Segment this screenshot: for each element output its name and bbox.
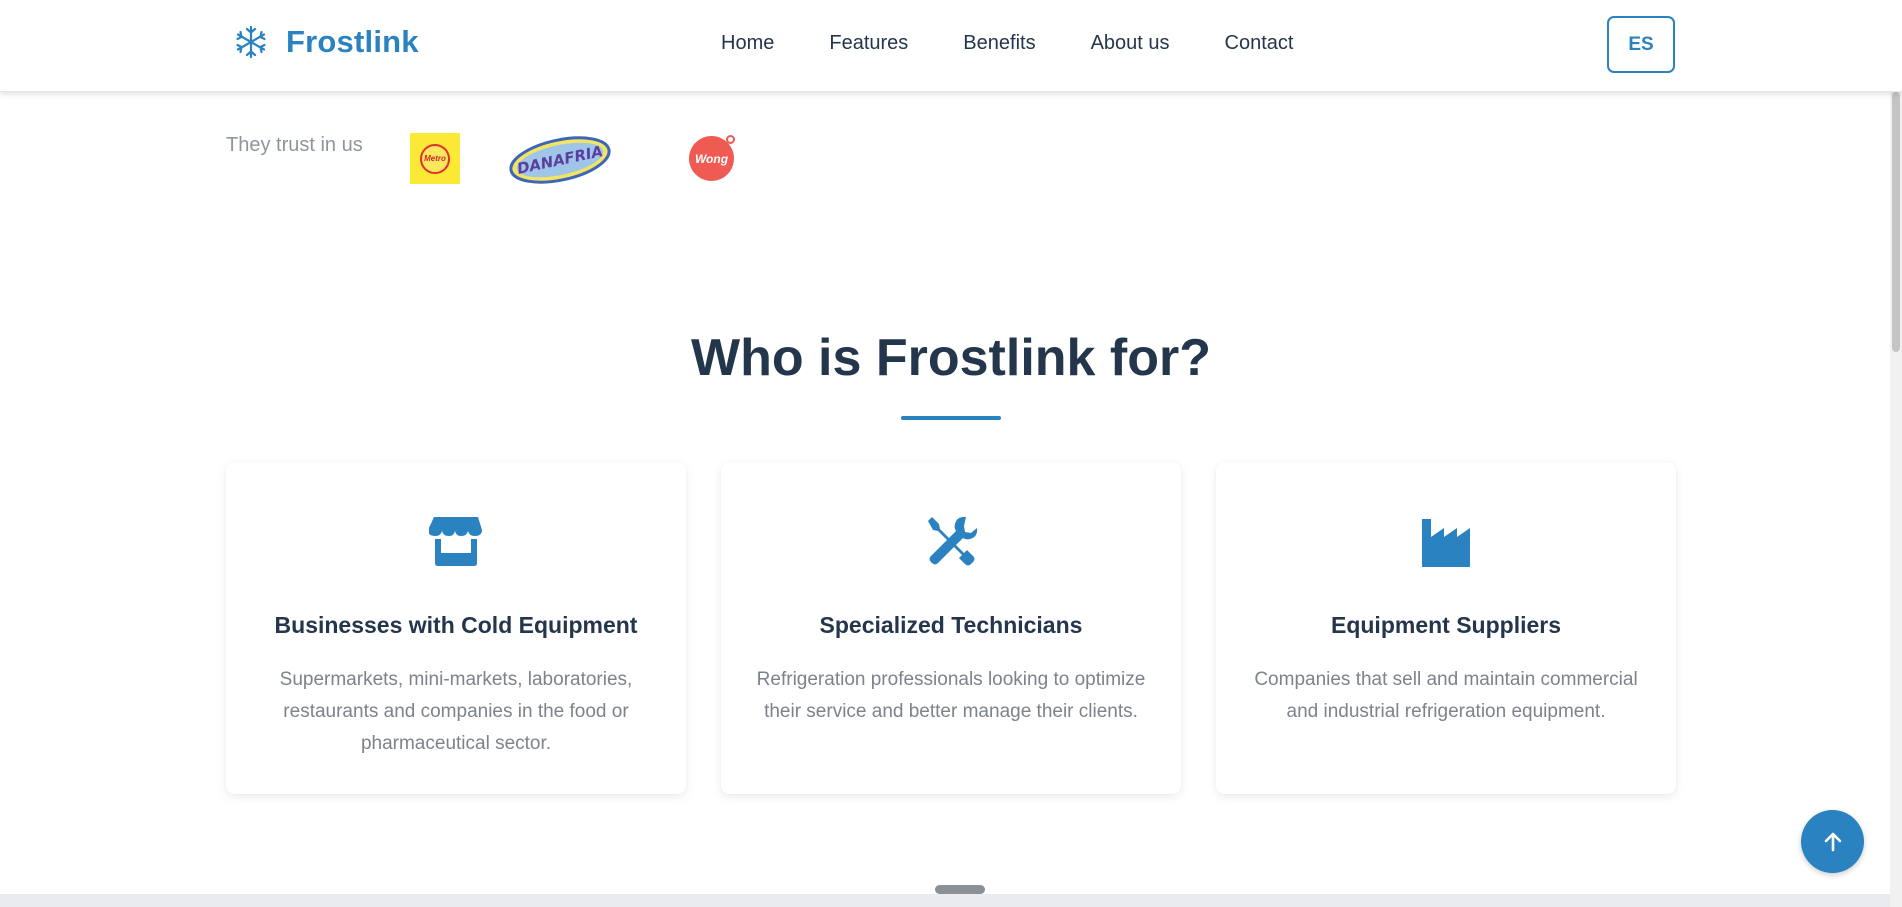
wong-logo-dot <box>726 135 735 144</box>
nav-home[interactable]: Home <box>721 32 774 55</box>
card-title: Equipment Suppliers <box>1330 612 1562 638</box>
logo-text: Frostlink <box>286 24 419 59</box>
metro-logo-text: Metro <box>420 143 450 174</box>
wong-logo-text: Wong <box>694 151 729 166</box>
partner-logo-wong: Wong <box>689 135 735 181</box>
back-to-top-button[interactable] <box>1801 810 1864 873</box>
scrollbar-thumb[interactable] <box>1892 92 1900 352</box>
nav-benefits[interactable]: Benefits <box>963 32 1035 55</box>
tools-icon <box>928 516 978 566</box>
factory-icon <box>1422 519 1470 567</box>
audience-card-suppliers: Equipment Suppliers Companies that sell … <box>1216 462 1676 794</box>
card-description: Refrigeration professionals looking to o… <box>756 669 1146 722</box>
store-icon <box>429 517 482 566</box>
card-title: Businesses with Cold Equipment <box>274 612 638 638</box>
card-description: Supermarkets, mini-markets, laboratories… <box>279 669 633 754</box>
page-scrollbar[interactable] <box>1890 92 1902 907</box>
logo-link[interactable]: Frostlink <box>234 24 419 60</box>
partner-logo-danafria: DANAFRIA <box>509 136 611 184</box>
audience-card-technicians: Specialized Technicians Refrigeration pr… <box>721 462 1181 794</box>
main-nav: Home Features Benefits About us Contact <box>721 32 1293 55</box>
language-toggle-button[interactable]: ES <box>1607 16 1675 73</box>
title-underline <box>901 416 1001 420</box>
card-title: Specialized Technicians <box>819 612 1083 638</box>
site-header: Frostlink Home Features Benefits About u… <box>0 0 1902 92</box>
nav-features[interactable]: Features <box>829 32 908 55</box>
bottom-panel-drag-handle[interactable] <box>935 885 985 894</box>
nav-contact[interactable]: Contact <box>1225 32 1294 55</box>
card-description: Companies that sell and maintain commerc… <box>1254 669 1638 722</box>
snowflake-icon <box>236 25 266 59</box>
arrow-up-icon <box>1824 832 1841 851</box>
bottom-panel-edge <box>0 894 1890 907</box>
trust-strip: They trust in us <box>226 134 363 157</box>
nav-about-us[interactable]: About us <box>1091 32 1170 55</box>
trust-label: They trust in us <box>226 134 363 156</box>
audience-card-businesses: Businesses with Cold Equipment Supermark… <box>226 462 686 794</box>
section-title: Who is Frostlink for? <box>691 329 1211 387</box>
partner-logo-metro: Metro <box>410 133 460 184</box>
